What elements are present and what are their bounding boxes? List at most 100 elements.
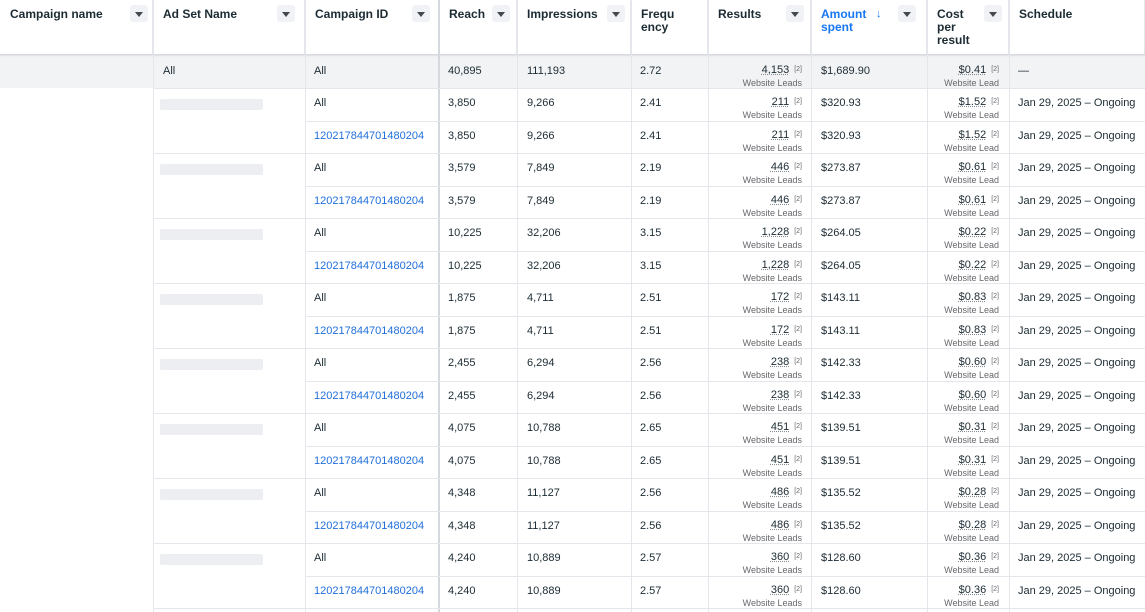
group-total-row-results[interactable]: 211 [2] Website Leads (743, 92, 802, 121)
group-total-row-campaign-id-all: All (314, 162, 327, 175)
column-menu-chevron-down-icon[interactable] (898, 5, 916, 22)
group-total-row-results[interactable]: 446 [2] Website Leads (743, 157, 802, 186)
group-total-row-results-value[interactable]: 238 (771, 356, 789, 368)
campaign-row-results[interactable]: 1,228 [2] Website Leads (743, 255, 802, 284)
group-total-row-results-value[interactable]: 172 (771, 291, 789, 303)
group-total-row-results[interactable]: 486 [2] Website Leads (743, 482, 802, 511)
campaign-id-link[interactable]: 120217844701480204 (314, 455, 424, 468)
campaign-row-cost-per-result[interactable]: $0.60 [2] Website Lead (944, 385, 999, 414)
campaign-row-cost-per-result[interactable]: $0.83 [2] Website Lead (944, 320, 999, 349)
column-header-frequency[interactable]: Frequ ency (631, 0, 708, 55)
campaign-row-results-value[interactable]: 360 (771, 584, 789, 596)
group-total-row-cost-per-result[interactable]: $0.36 [2] Website Lead (944, 547, 999, 576)
column-header-reach[interactable]: Reach (439, 0, 517, 55)
campaign-row-results-value[interactable]: 238 (771, 389, 789, 401)
group-total-row-results-value[interactable]: 446 (771, 161, 789, 173)
group-total-row-results-value[interactable]: 1,228 (762, 226, 790, 238)
group-total-row-cost-per-result-value[interactable]: $0.36 (959, 551, 987, 563)
group-total-row-cost-per-result[interactable]: $1.52 [2] Website Lead (944, 92, 999, 121)
campaign-row-results[interactable]: 238 [2] Website Leads (743, 385, 802, 414)
column-header-impressions[interactable]: Impressions (517, 0, 631, 55)
group-total-row-results-value[interactable]: 360 (771, 551, 789, 563)
campaign-row-cost-per-result-value[interactable]: $0.31 (959, 454, 987, 466)
campaign-row-results-value[interactable]: 172 (771, 324, 789, 336)
group-total-row-results[interactable]: 238 [2] Website Leads (743, 352, 802, 381)
campaign-row-cost-per-result[interactable]: $0.31 [2] Website Lead (944, 450, 999, 479)
group-total-row-results-value[interactable]: 451 (771, 421, 789, 433)
group-total-row-cost-per-result[interactable]: $0.22 [2] Website Lead (944, 222, 999, 251)
group-total-row-cost-per-result[interactable]: $0.61 [2] Website Lead (944, 157, 999, 186)
group-total-row-cost-per-result[interactable]: $0.28 [2] Website Lead (944, 482, 999, 511)
summary-cost-per-result[interactable]: $0.41 [2] Website Lead (944, 60, 999, 89)
group-total-row-results[interactable]: 360 [2] Website Leads (743, 547, 802, 576)
campaign-id-link[interactable]: 120217844701480204 (314, 585, 424, 598)
group-total-row-cost-per-result-value[interactable]: $1.52 (959, 96, 987, 108)
campaign-row-cost-per-result-value[interactable]: $0.60 (959, 389, 987, 401)
group-total-row-amount-spent: $128.60 (821, 552, 861, 565)
group-total-row-cost-per-result[interactable]: $0.83 [2] Website Lead (944, 287, 999, 316)
campaign-row-cost-per-result[interactable]: $0.36 [2] Website Lead (944, 580, 999, 609)
campaign-row-results[interactable]: 172 [2] Website Leads (743, 320, 802, 349)
campaign-id-link[interactable]: 120217844701480204 (314, 520, 424, 533)
campaign-row-cost-per-result-value[interactable]: $0.36 (959, 584, 987, 596)
group-total-row-cost-per-result-value[interactable]: $0.83 (959, 291, 987, 303)
summary-results-value[interactable]: 4,153 (762, 64, 790, 76)
column-menu-chevron-down-icon[interactable] (607, 5, 625, 22)
group-total-row-results[interactable]: 451 [2] Website Leads (743, 417, 802, 446)
column-header-schedule[interactable]: Schedule (1009, 0, 1145, 55)
column-header-results[interactable]: Results (708, 0, 811, 55)
group-total-row-cost-per-result-value[interactable]: $0.31 (959, 421, 987, 433)
campaign-id-link[interactable]: 120217844701480204 (314, 130, 424, 143)
column-menu-chevron-down-icon[interactable] (492, 5, 510, 22)
column-header-campaign-name[interactable]: Campaign name (0, 0, 153, 55)
group-total-row-cost-per-result-value[interactable]: $0.60 (959, 356, 987, 368)
column-header-ad-set-name[interactable]: Ad Set Name (153, 0, 305, 55)
column-menu-chevron-down-icon[interactable] (984, 5, 1002, 22)
group-total-row-results[interactable]: 1,228 [2] Website Leads (743, 222, 802, 251)
campaign-row-cost-per-result-value[interactable]: $0.28 (959, 519, 987, 531)
column-divider (153, 0, 154, 612)
campaign-row-results[interactable]: 451 [2] Website Leads (743, 450, 802, 479)
group-total-row-cost-per-result-value[interactable]: $0.22 (959, 226, 987, 238)
campaign-row-cost-per-result[interactable]: $0.28 [2] Website Lead (944, 515, 999, 544)
campaign-row-cost-per-result-value[interactable]: $0.61 (959, 194, 987, 206)
campaign-row-results-value[interactable]: 446 (771, 194, 789, 206)
campaign-row-results[interactable]: 211 [2] Website Leads (743, 125, 802, 154)
column-header-campaign-id[interactable]: Campaign ID (305, 0, 439, 55)
campaign-row-cost-per-result[interactable]: $0.61 [2] Website Lead (944, 190, 999, 219)
campaign-row-results[interactable]: 486 [2] Website Leads (743, 515, 802, 544)
campaign-id-link[interactable]: 120217844701480204 (314, 195, 424, 208)
campaign-row-results-value[interactable]: 211 (772, 129, 790, 141)
campaign-row-cost-per-result-value[interactable]: $0.83 (959, 324, 987, 336)
group-total-row-cost-per-result-value[interactable]: $0.61 (959, 161, 987, 173)
campaign-row-results[interactable]: 446 [2] Website Leads (743, 190, 802, 219)
campaign-id-link[interactable]: 120217844701480204 (314, 390, 424, 403)
campaign-id-link[interactable]: 120217844701480204 (314, 325, 424, 338)
column-menu-chevron-down-icon[interactable] (130, 5, 148, 22)
sort-descending-icon[interactable]: ↓ (876, 8, 882, 20)
summary-cost-per-result-value[interactable]: $0.41 (959, 64, 987, 76)
campaign-id-link[interactable]: 120217844701480204 (314, 260, 424, 273)
campaign-row-results-value[interactable]: 451 (771, 454, 789, 466)
group-total-row-cost-per-result[interactable]: $0.31 [2] Website Lead (944, 417, 999, 446)
column-menu-chevron-down-icon[interactable] (277, 5, 295, 22)
group-total-row-results-value[interactable]: 211 (772, 96, 790, 108)
column-header-amount-spent[interactable]: Amount spent ↓ (811, 0, 927, 55)
group-total-row-results-value[interactable]: 486 (771, 486, 789, 498)
campaign-row-amount-spent: $135.52 (821, 519, 861, 532)
column-menu-chevron-down-icon[interactable] (412, 5, 430, 22)
summary-results[interactable]: 4,153 [2] Website Leads (743, 60, 802, 89)
campaign-row-cost-per-result-value[interactable]: $0.22 (959, 259, 987, 271)
campaign-row-cost-per-result-value[interactable]: $1.52 (959, 129, 987, 141)
group-total-row-results[interactable]: 172 [2] Website Leads (743, 287, 802, 316)
group-total-row-cost-per-result[interactable]: $0.60 [2] Website Lead (944, 352, 999, 381)
group-total-row-cost-per-result-value[interactable]: $0.28 (959, 486, 987, 498)
campaign-row-results[interactable]: 360 [2] Website Leads (743, 580, 802, 609)
campaign-row-cost-per-result[interactable]: $1.52 [2] Website Lead (944, 125, 999, 154)
campaign-row-cost-per-result[interactable]: $0.22 [2] Website Lead (944, 255, 999, 284)
campaign-row-results-value[interactable]: 486 (771, 519, 789, 531)
campaign-row-results-value[interactable]: 1,228 (762, 259, 790, 271)
column-header-cost-per-result[interactable]: Cost per result (927, 0, 1009, 55)
summary-impressions: 111,193 (527, 65, 566, 77)
column-menu-chevron-down-icon[interactable] (786, 5, 804, 22)
